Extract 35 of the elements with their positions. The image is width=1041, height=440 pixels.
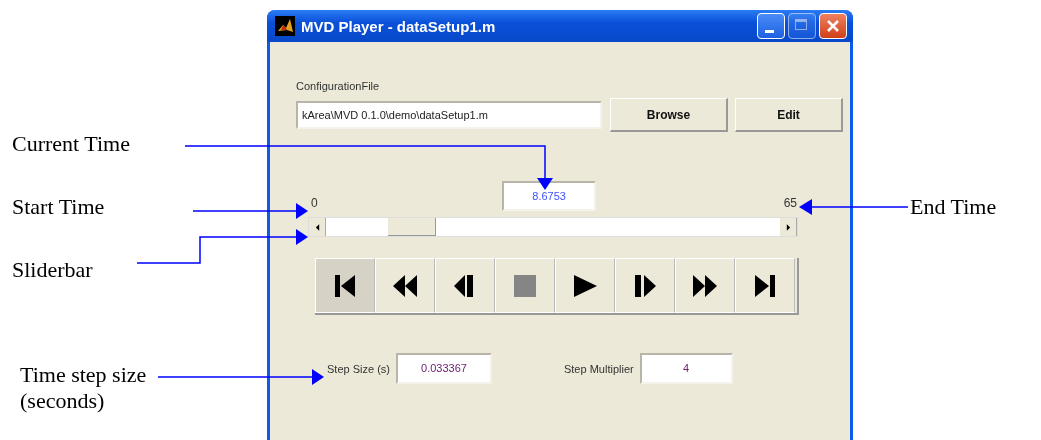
window-title: MVD Player - dataSetup1.m [301, 17, 497, 35]
step-back-button[interactable] [435, 258, 495, 313]
dialog-button[interactable]: Browse [610, 98, 728, 132]
annotation-label: Current Time [12, 131, 131, 157]
file-path-field[interactable]: kArea\MVD 0.1.0\demo\dataSetup1.m [296, 101, 602, 129]
close-button[interactable] [819, 13, 847, 39]
step-size-label: Step Size (s) [327, 362, 390, 375]
close-icon [825, 18, 841, 34]
end-time-label: 65 [782, 196, 797, 211]
scroll-right-button[interactable] [780, 218, 797, 236]
rewind-button[interactable] [375, 258, 435, 313]
step-multiplier-label: Step Multiplier [563, 362, 634, 375]
dialog-button[interactable]: Edit [735, 98, 843, 132]
step-size-field[interactable]: 0.033367 [395, 353, 492, 384]
step-multiplier-field[interactable]: 4 [639, 353, 733, 384]
left-arrow-icon [314, 223, 320, 231]
annotation-label: End Time [910, 194, 998, 220]
minimize-button[interactable] [757, 13, 785, 39]
annotation-label: Start Time [12, 194, 106, 220]
current-time-field[interactable]: 8.6753 [502, 181, 597, 211]
field-label: ConfigurationFile [296, 80, 381, 92]
app-icon [275, 16, 295, 36]
play-button[interactable] [555, 258, 615, 313]
right-arrow-icon [785, 223, 791, 231]
first-button[interactable] [315, 258, 375, 313]
annotation-label: Time step size (seconds) [20, 362, 148, 414]
start-time-label: 0 [310, 196, 318, 211]
annotation-label: Sliderbar [12, 257, 94, 283]
fast-forward-button[interactable] [675, 258, 735, 313]
last-button[interactable] [735, 258, 795, 313]
scroll-left-button[interactable] [309, 218, 326, 236]
slider-thumb[interactable] [388, 218, 437, 236]
slider-bar[interactable] [308, 217, 798, 237]
step-forward-button[interactable] [615, 258, 675, 313]
maximize-button[interactable] [788, 13, 816, 39]
